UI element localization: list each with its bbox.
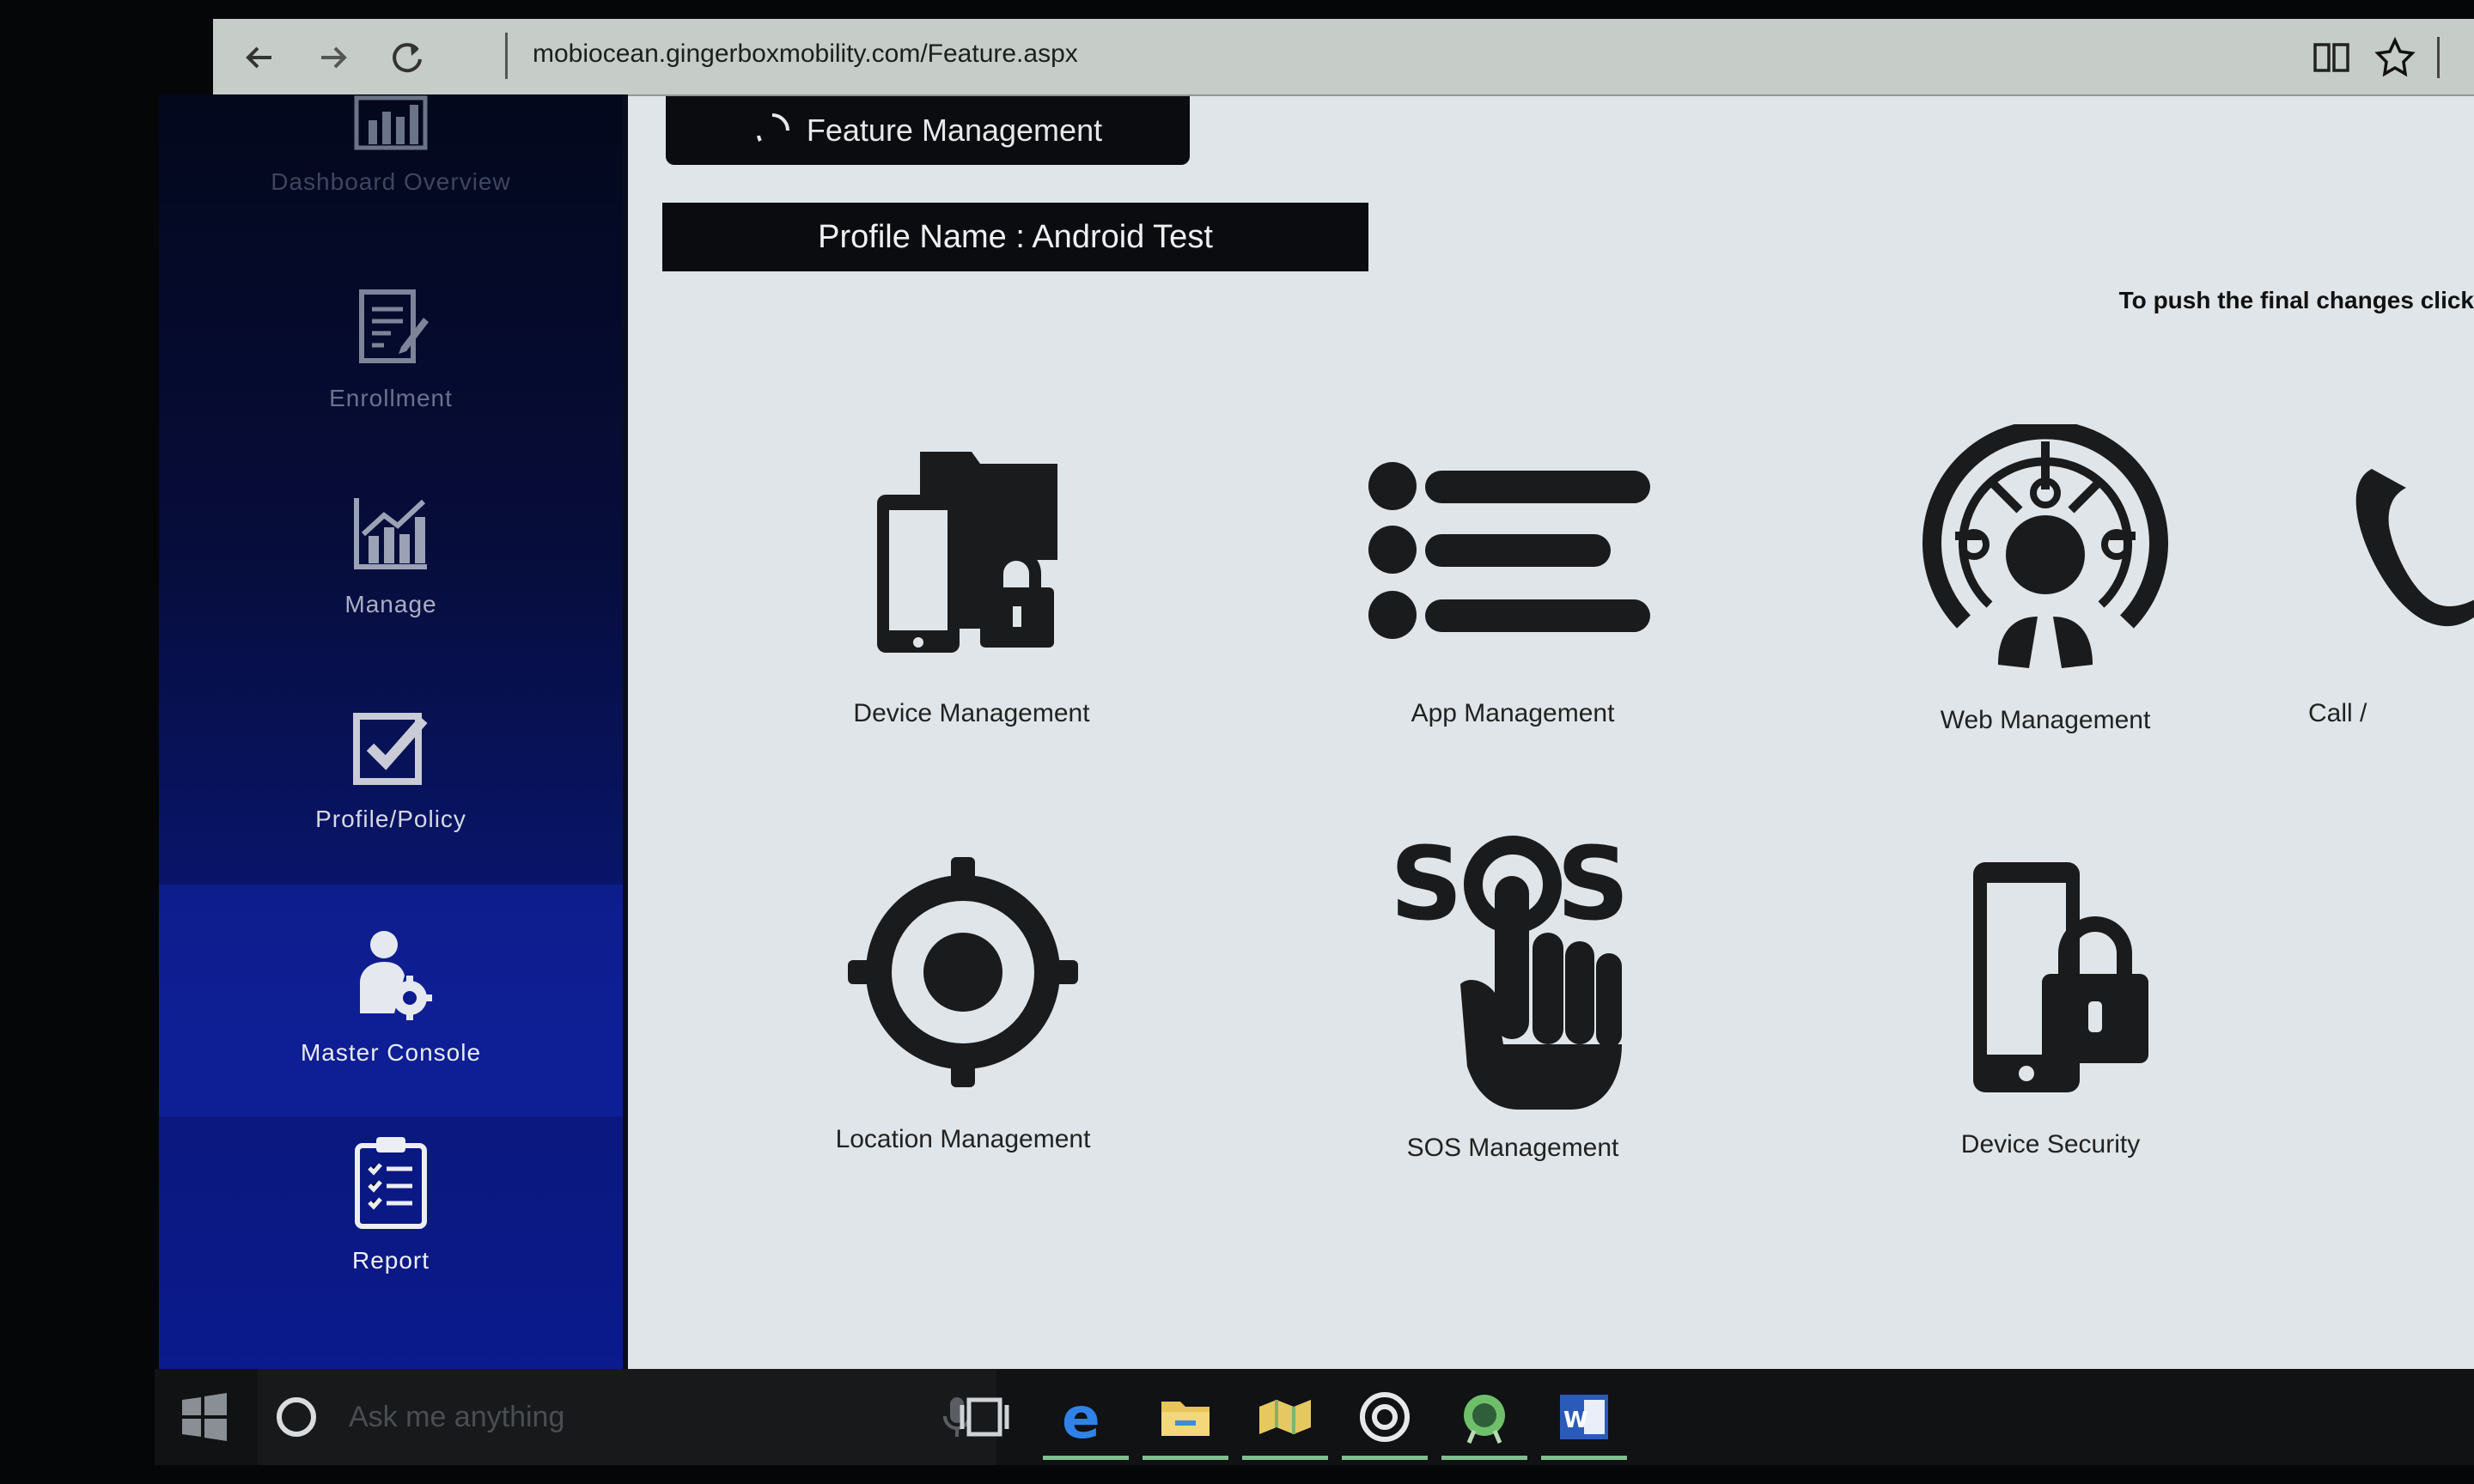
sidebar-item-profile-policy[interactable]: Profile/Policy xyxy=(159,706,623,833)
feature-tile-sos-management[interactable]: S S SOS Management xyxy=(1332,833,1693,1163)
arrow-left-icon xyxy=(246,46,271,69)
document-edit-icon xyxy=(359,289,429,363)
sidebar: Dashboard Overview Enrollment Manage Pro… xyxy=(159,94,628,1369)
file-explorer-app[interactable] xyxy=(1143,1386,1228,1460)
feature-tile-web-management[interactable]: Web Management xyxy=(1865,424,2226,735)
feature-label: Call / xyxy=(2308,699,2367,727)
profile-name: Profile Name : Android Test xyxy=(818,218,1213,255)
push-changes-note: To push the final changes click xyxy=(2118,287,2474,313)
sidebar-item-enrollment[interactable]: Enrollment xyxy=(159,285,623,412)
checkbox-icon xyxy=(353,713,428,785)
chart-trend-icon xyxy=(354,498,427,569)
browser-toolbar: mobiocean.gingerboxmobility.com/Feature.… xyxy=(213,19,2474,96)
profile-name-banner: Profile Name : Android Test xyxy=(662,203,1368,271)
edge-icon: e xyxy=(1062,1385,1100,1451)
feature-label: Location Management xyxy=(835,1125,1091,1153)
android-studio-app[interactable] xyxy=(1441,1386,1527,1460)
svg-text:W: W xyxy=(1563,1408,1588,1433)
sidebar-item-label: Report xyxy=(351,1247,430,1274)
clipboard-checklist-icon xyxy=(355,1137,427,1229)
maps-app[interactable] xyxy=(1242,1386,1328,1460)
feature-tile-device-management[interactable]: Device Management xyxy=(791,443,1152,728)
refresh-button[interactable] xyxy=(385,34,431,81)
user-gear-icon xyxy=(360,931,432,1020)
edge-browser-app[interactable]: e xyxy=(1043,1385,1129,1460)
back-button[interactable] xyxy=(237,34,283,81)
map-icon xyxy=(1259,1400,1311,1434)
svg-text:S: S xyxy=(1390,833,1463,943)
feature-label: Device Security xyxy=(1960,1130,2141,1159)
phone-icon xyxy=(2355,469,2474,627)
bar-chart-icon xyxy=(354,95,428,150)
list-icon xyxy=(1368,462,1650,639)
devices-lock-icon xyxy=(877,452,1057,653)
task-view-icon[interactable] xyxy=(954,1386,1015,1448)
phone-lock-icon xyxy=(1973,862,2148,1092)
address-separator xyxy=(505,33,508,79)
sidebar-item-dashboard-overview[interactable]: Dashboard Overview xyxy=(159,94,623,196)
active-indicator xyxy=(1043,1456,1129,1460)
globe-network-icon xyxy=(1923,424,2168,668)
forward-button[interactable] xyxy=(309,34,356,81)
sidebar-item-label: Master Console xyxy=(300,1039,482,1066)
reading-view-icon[interactable] xyxy=(2310,36,2353,79)
sidebar-item-manage[interactable]: Manage xyxy=(159,491,623,618)
feature-label: SOS Management xyxy=(1406,1134,1619,1162)
taskbar-search[interactable]: Ask me anything xyxy=(258,1369,996,1465)
windows-start-icon[interactable] xyxy=(179,1391,230,1443)
sidebar-item-report[interactable]: Report xyxy=(159,1134,623,1274)
active-indicator xyxy=(1143,1456,1228,1460)
sidebar-item-label: Dashboard Overview xyxy=(271,168,511,195)
feature-label: Web Management xyxy=(1940,706,2151,734)
target-icon xyxy=(848,857,1078,1087)
sos-hand-icon: S S xyxy=(1390,833,1630,1110)
word-app[interactable]: W xyxy=(1541,1386,1627,1460)
feature-tile-app-management[interactable]: App Management xyxy=(1332,443,1693,728)
sidebar-item-label: Enrollment xyxy=(329,385,453,411)
feature-label: App Management xyxy=(1411,699,1615,727)
feature-tile-device-security[interactable]: Device Security xyxy=(1870,857,2231,1159)
sidebar-item-label: Manage xyxy=(344,591,437,617)
page-title: Feature Management xyxy=(806,113,1103,148)
svg-text:S: S xyxy=(1557,833,1630,943)
loading-spinner-icon xyxy=(756,113,789,142)
sidebar-item-label: Profile/Policy xyxy=(315,806,466,832)
address-bar[interactable]: mobiocean.gingerboxmobility.com/Feature.… xyxy=(533,40,1078,69)
main-content: Feature Management Profile Name : Androi… xyxy=(628,96,2474,1369)
feature-management-tab[interactable]: Feature Management xyxy=(666,96,1190,165)
svg-text:e: e xyxy=(1062,1386,1100,1448)
sidebar-item-master-console[interactable]: Master Console xyxy=(159,885,623,1116)
cortana-circle-icon xyxy=(277,1397,316,1437)
star-favorite-icon[interactable] xyxy=(2373,36,2416,79)
arrow-right-icon xyxy=(321,46,347,69)
search-placeholder: Ask me anything xyxy=(349,1400,565,1433)
active-indicator xyxy=(1441,1456,1527,1460)
active-indicator xyxy=(1242,1456,1328,1460)
feature-tile-call[interactable]: Call / xyxy=(2252,443,2474,728)
groove-music-app[interactable] xyxy=(1342,1386,1428,1460)
browser-actions xyxy=(2310,34,2440,81)
active-indicator xyxy=(1541,1456,1627,1460)
target-disc-icon xyxy=(1360,1392,1410,1442)
android-studio-icon xyxy=(1464,1395,1505,1444)
active-indicator xyxy=(1342,1456,1428,1460)
folder-icon xyxy=(1161,1402,1210,1436)
refresh-icon xyxy=(393,43,422,73)
feature-tile-location-management[interactable]: Location Management xyxy=(783,852,1143,1154)
taskbar: Ask me anything e W xyxy=(155,1369,2474,1465)
word-icon: W xyxy=(1560,1395,1608,1439)
toolbar-separator xyxy=(2437,37,2440,78)
feature-label: Device Management xyxy=(853,699,1090,727)
